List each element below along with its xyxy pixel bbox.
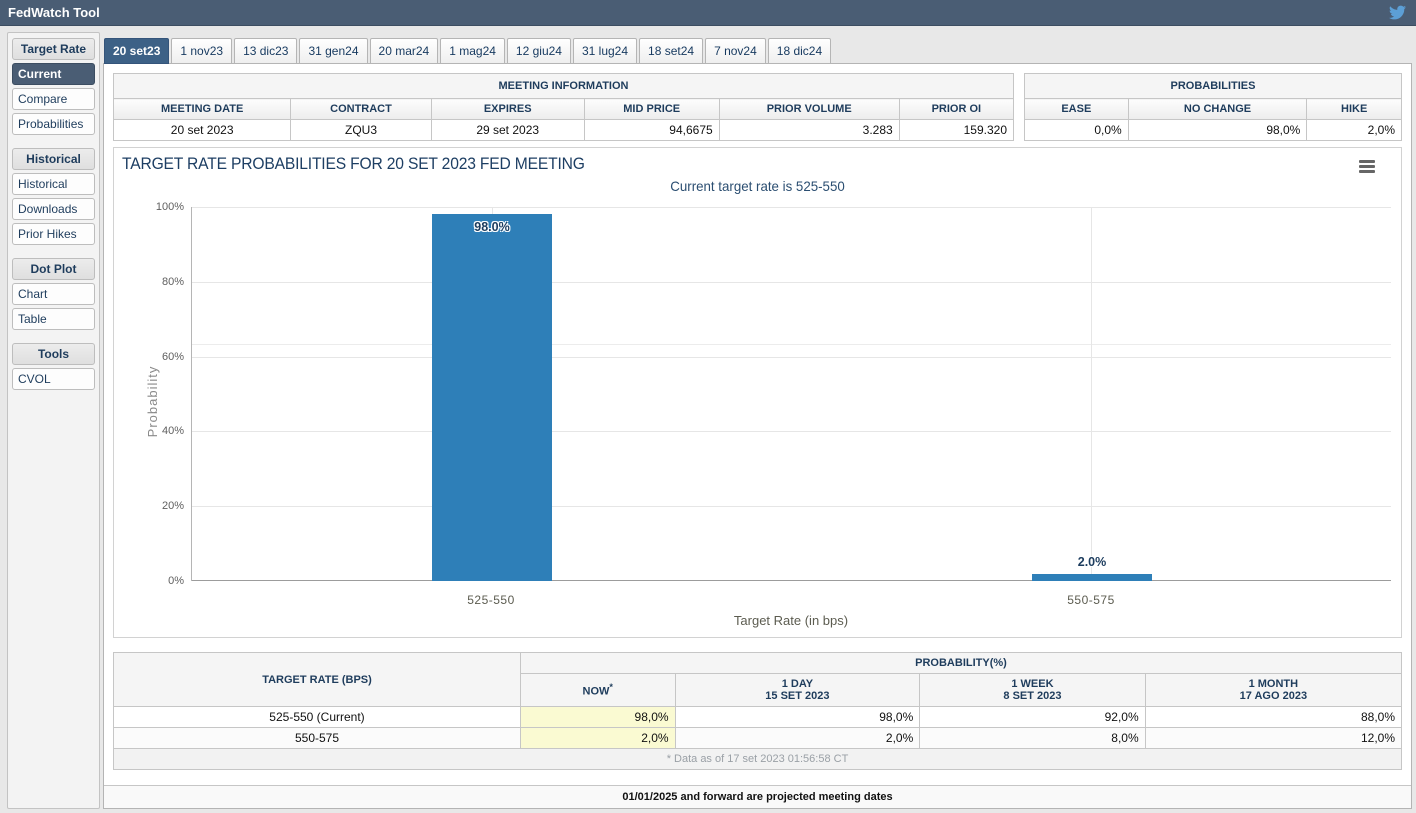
col-target-rate-bps: TARGET RATE (BPS) (113, 652, 521, 707)
target-rate-chart: TARGET RATE PROBABILITIES FOR 20 SET 202… (113, 147, 1402, 638)
tab-20-mar24[interactable]: 20 mar24 (369, 38, 439, 64)
probabilities-summary-table: PROBABILITIES EASE NO CHANGE HIKE 0,0% 9… (1024, 73, 1402, 141)
sidebar-item-downloads[interactable]: Downloads (12, 198, 95, 220)
prior-volume-value: 3.283 (718, 119, 900, 141)
week-cell: 92,0% (919, 706, 1146, 728)
table-row: 550-575 2,0% 2,0% 8,0% 12,0% (113, 727, 1403, 749)
sidebar: Target Rate Current Compare Probabilities Hi… (7, 32, 100, 809)
ease-value: 0,0% (1024, 119, 1129, 141)
col-no-change: NO CHANGE (1127, 98, 1308, 120)
tab-18-dic24[interactable]: 18 dic24 (767, 38, 832, 64)
now-cell: 98,0% (520, 706, 676, 728)
col-now: NOW* (520, 673, 676, 707)
col-1-day: 1 DAY 15 SET 2023 (674, 673, 921, 707)
sidebar-item-compare[interactable]: Compare (12, 88, 95, 110)
month-cell: 88,0% (1144, 706, 1403, 728)
contract-value: ZQU3 (290, 119, 432, 141)
col-prior-volume: PRIOR VOLUME (718, 98, 900, 120)
bar-label-550-575: 2.0% (1077, 554, 1107, 569)
y-tick: 60% (161, 350, 184, 363)
chart-subtitle: Current target rate is 525-550 (670, 178, 845, 194)
meeting-info-title: MEETING INFORMATION (113, 73, 1014, 99)
prior-oi-value: 159.320 (898, 119, 1015, 141)
tab-1-mag24[interactable]: 1 mag24 (440, 38, 505, 64)
col-mid-price: MID PRICE (583, 98, 720, 120)
bar-label-525-550: 98.0% (474, 220, 510, 235)
tab-20-set23[interactable]: 20 set23 (104, 38, 170, 64)
meeting-information-table: MEETING INFORMATION MEETING DATE CONTRAC… (112, 73, 1015, 141)
no-change-value: 98,0% (1127, 119, 1308, 141)
x-tick-550-575: 550-575 (1067, 593, 1115, 607)
col-prior-oi: PRIOR OI (898, 98, 1015, 120)
sidebar-item-chart[interactable]: Chart (12, 283, 95, 305)
week-cell: 8,0% (919, 727, 1146, 749)
meeting-tabs: 20 set23 1 nov23 13 dic23 31 gen24 20 mar24 1… (104, 38, 1410, 64)
y-tick: 0% (168, 575, 184, 587)
y-tick: 80% (161, 275, 184, 288)
target-rate-cell: 525-550 (Current) (113, 706, 521, 728)
col-meeting-date: MEETING DATE (112, 98, 292, 120)
tab-31-gen24[interactable]: 31 gen24 (299, 38, 368, 64)
sidebar-item-historical[interactable]: Historical (12, 173, 95, 195)
x-axis-title: Target Rate (in bps) (733, 613, 849, 628)
day-cell: 98,0% (674, 706, 921, 728)
app-title: FedWatch Tool (8, 5, 100, 20)
twitter-icon[interactable] (1389, 5, 1406, 20)
bar-525-550[interactable] (432, 214, 552, 581)
main-panel: MEETING INFORMATION MEETING DATE CONTRAC… (103, 63, 1412, 809)
plot-grid: 98.0% 2.0% (191, 207, 1391, 581)
sidebar-header-dot-plot: Dot Plot (12, 258, 95, 280)
day-cell: 2,0% (674, 727, 921, 749)
month-cell: 12,0% (1144, 727, 1403, 749)
sidebar-header-target-rate: Target Rate (12, 38, 95, 60)
y-axis-title: Probability (145, 365, 161, 438)
col-1-month: 1 MONTH 17 AGO 2023 (1144, 673, 1403, 707)
probabilities-title: PROBABILITIES (1024, 73, 1402, 99)
col-hike: HIKE (1306, 98, 1402, 120)
sidebar-item-probabilities[interactable]: Probabilities (12, 113, 95, 135)
meeting-date-value: 20 set 2023 (112, 119, 292, 141)
sidebar-item-cvol[interactable]: CVOL (12, 368, 95, 390)
chart-title: TARGET RATE PROBABILITIES FOR 20 SET 202… (122, 154, 585, 173)
col-contract: CONTRACT (290, 98, 432, 120)
now-cell: 2,0% (520, 727, 676, 749)
tab-7-nov24[interactable]: 7 nov24 (705, 38, 766, 64)
sidebar-item-table[interactable]: Table (12, 308, 95, 330)
col-ease: EASE (1024, 98, 1129, 120)
table-row: 525-550 (Current) 98,0% 98,0% 92,0% 88,0… (113, 706, 1403, 728)
projected-dates-note: 01/01/2025 and forward are projected mee… (104, 785, 1411, 808)
y-tick: 20% (161, 500, 184, 513)
bar-550-575[interactable] (1032, 573, 1152, 581)
data-as-of-footnote: * Data as of 17 set 2023 01:56:58 CT (113, 748, 1402, 770)
tab-18-set24[interactable]: 18 set24 (639, 38, 704, 64)
mid-price-value: 94,6675 (583, 119, 720, 141)
info-row: MEETING INFORMATION MEETING DATE CONTRAC… (112, 73, 1402, 141)
col-probability-pct: PROBABILITY(%) (520, 652, 1402, 674)
col-1-week: 1 WEEK 8 SET 2023 (919, 673, 1146, 707)
y-tick: 40% (161, 425, 184, 438)
fedwatch-app: FedWatch Tool Target Rate Current Compare P… (0, 0, 1416, 813)
hike-value: 2,0% (1306, 119, 1402, 141)
x-tick-525-550: 525-550 (467, 593, 515, 607)
target-rate-cell: 550-575 (113, 727, 521, 749)
tab-31-lug24[interactable]: 31 lug24 (572, 38, 638, 64)
sidebar-item-current[interactable]: Current (12, 63, 95, 85)
sidebar-header-historical: Historical (12, 148, 95, 170)
titlebar: FedWatch Tool (0, 0, 1416, 26)
plot-area: Probability 100% 80% 60% 40% 20% 0% 98.0… (146, 201, 1391, 628)
y-tick: 100% (155, 201, 184, 213)
tab-13-dic23[interactable]: 13 dic23 (234, 38, 298, 64)
col-expires: EXPIRES (430, 98, 585, 120)
sidebar-header-tools: Tools (12, 343, 95, 365)
probability-detail-table: TARGET RATE (BPS) PROBABILITY(%) NOW* 1 … (113, 652, 1403, 770)
tab-1-nov23[interactable]: 1 nov23 (171, 38, 233, 64)
sidebar-item-prior-hikes[interactable]: Prior Hikes (12, 223, 95, 245)
chart-menu-icon[interactable] (1359, 160, 1375, 173)
expires-value: 29 set 2023 (430, 119, 585, 141)
tab-12-giu24[interactable]: 12 giu24 (506, 38, 571, 64)
